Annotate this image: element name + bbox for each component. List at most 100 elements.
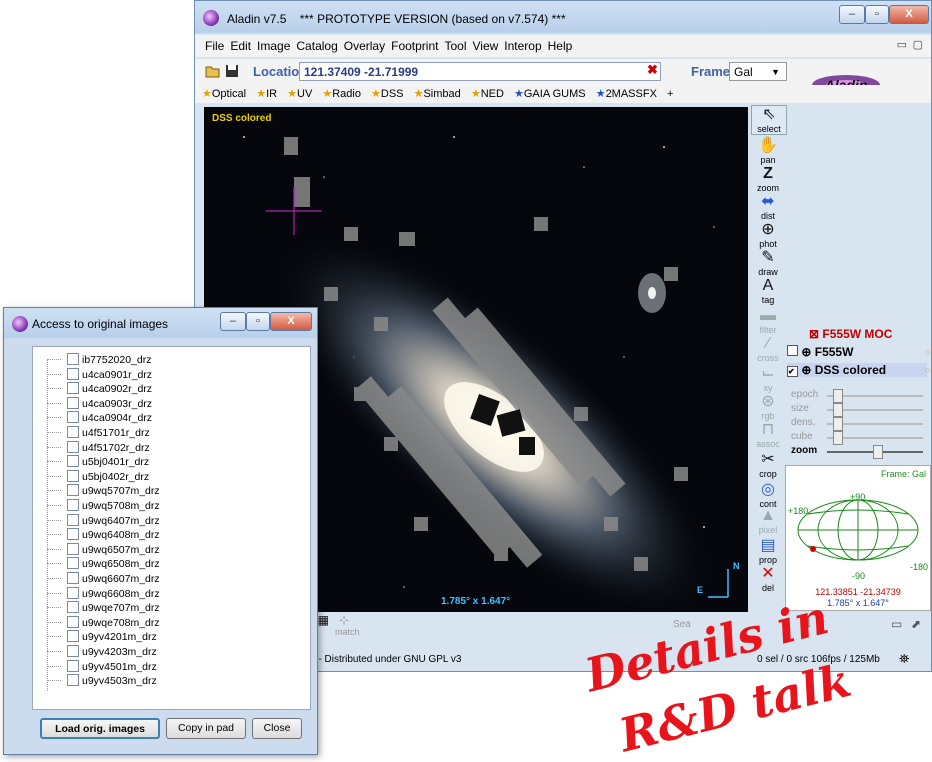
server-simbad[interactable]: ★Simbad [414, 85, 461, 103]
location-input[interactable]: 121.37409 -21.71999 [299, 62, 661, 81]
telescope-icon[interactable]: ⛯ [899, 651, 909, 667]
detach-icon[interactable]: ▢ [913, 38, 923, 51]
epoch-slider[interactable]: epoch [787, 389, 932, 403]
item-checkbox[interactable] [67, 499, 79, 511]
server-dss[interactable]: ★DSS [371, 85, 404, 103]
dialog-close-button[interactable]: X [270, 312, 312, 331]
plane-checkbox[interactable]: ✔ [787, 366, 798, 377]
save-icon[interactable] [225, 64, 239, 78]
server-gaia-gums[interactable]: ★GAIA GUMS [514, 85, 586, 103]
size-slider[interactable]: size [787, 403, 932, 417]
load-images-button[interactable]: Load orig. images [40, 718, 160, 739]
item-checkbox[interactable] [67, 586, 79, 599]
add-server-button[interactable]: + [667, 85, 673, 103]
image-list-item[interactable]: u9wq6508m_drz [47, 557, 160, 571]
clear-location-icon[interactable]: ✖ [647, 62, 658, 78]
tool-xy[interactable]: ⌙ xy [751, 365, 785, 393]
item-checkbox[interactable] [67, 426, 79, 438]
tool-cross[interactable]: ⁄ cross [751, 335, 785, 363]
menu-interop[interactable]: Interop [504, 35, 541, 57]
item-checkbox[interactable] [67, 615, 79, 628]
image-list-item[interactable]: u9wq5708m_drz [47, 499, 160, 513]
item-checkbox[interactable] [67, 557, 79, 570]
projection-panel[interactable]: Frame: Gal +90 -90 +180 -180 121.33851 -… [785, 465, 931, 611]
tool-del[interactable]: ✕ del [751, 565, 785, 593]
image-list-item[interactable]: u4ca0901r_drz [47, 367, 152, 382]
tool-prop[interactable]: ▤ prop [751, 537, 785, 565]
image-list-item[interactable]: u4ca0904r_drz [47, 411, 152, 425]
image-list-item[interactable]: u4ca0903r_drz [47, 396, 152, 411]
close-button[interactable]: X [889, 5, 929, 24]
item-checkbox[interactable] [67, 572, 79, 584]
item-checkbox[interactable] [67, 455, 79, 468]
image-list-item[interactable]: u9yv4201m_drz [47, 630, 157, 644]
external-icon[interactable]: ⬈ [911, 617, 921, 631]
slider-knob[interactable] [833, 403, 843, 417]
plane-dss-colored[interactable]: ✔ ⊕ DSS colored [787, 363, 927, 377]
item-checkbox[interactable] [67, 645, 79, 657]
open-folder-icon[interactable] [205, 64, 221, 78]
item-checkbox[interactable] [67, 367, 79, 380]
menu-file[interactable]: File [205, 35, 224, 57]
menu-overlay[interactable]: Overlay [344, 35, 385, 57]
item-checkbox[interactable] [67, 513, 79, 526]
menu-edit[interactable]: Edit [230, 35, 251, 57]
menu-catalog[interactable]: Catalog [296, 35, 337, 57]
item-checkbox[interactable] [67, 542, 79, 555]
server-ned[interactable]: ★NED [471, 85, 504, 103]
dialog-minimize-button[interactable]: – [220, 312, 246, 331]
image-list-item[interactable]: u9wq6407m_drz [47, 513, 160, 528]
image-list-item[interactable]: u9wqe708m_drz [47, 615, 160, 630]
image-list-item[interactable]: u9wq6408m_drz [47, 528, 160, 542]
menu-tool[interactable]: Tool [444, 35, 466, 57]
frame-select[interactable]: Gal ▼ [729, 62, 787, 81]
zoom-slider[interactable]: zoom [787, 445, 932, 459]
image-list-item[interactable]: u9wq6607m_drz [47, 572, 160, 586]
plane-f555w[interactable]: ⊕ F555W [787, 345, 853, 359]
item-checkbox[interactable] [67, 630, 79, 643]
image-list-item[interactable]: u5bj0402r_drz [47, 469, 149, 484]
tool-crop[interactable]: ✂ crop [751, 451, 785, 479]
slider-knob[interactable] [833, 417, 843, 431]
cube-slider[interactable]: cube [787, 431, 932, 445]
plane-f555w-moc[interactable]: ⊠ F555W MOC [809, 327, 892, 341]
dialog-maximize-button[interactable]: ▫ [246, 312, 270, 331]
image-list-item[interactable]: u9yv4503m_drz [47, 674, 157, 688]
slider-knob[interactable] [833, 389, 843, 403]
menu-image[interactable]: Image [257, 35, 290, 57]
item-checkbox[interactable] [67, 659, 79, 672]
image-list-item[interactable]: u4f51701r_drz [47, 426, 150, 440]
slider-knob[interactable] [833, 431, 843, 445]
tool-zoom[interactable]: Zzoom [751, 165, 785, 193]
image-list-item[interactable]: u9wqe707m_drz [47, 601, 160, 615]
image-list-item[interactable]: u4f51702r_drz [47, 440, 150, 455]
dialog-close-action-button[interactable]: Close [252, 718, 302, 739]
window-icon[interactable]: ▭ [891, 617, 902, 631]
item-checkbox[interactable] [67, 469, 79, 482]
tool-dist[interactable]: ⬌ dist [751, 193, 785, 221]
copy-in-pad-button[interactable]: Copy in pad [166, 718, 246, 739]
server-radio[interactable]: ★Radio [322, 85, 361, 103]
image-list[interactable]: ib7752020_drz u4ca0901r_drz u4ca0902r_drz u… [32, 346, 311, 710]
item-checkbox[interactable] [67, 440, 79, 453]
match-icon[interactable]: ⊹ [339, 613, 349, 627]
image-list-item[interactable]: u5bj0401r_drz [47, 455, 149, 469]
server-uv[interactable]: ★UV [287, 85, 312, 103]
image-list-item[interactable]: u9wq6608m_drz [47, 586, 160, 601]
menu-view[interactable]: View [472, 35, 498, 57]
tool-phot[interactable]: ⊕ phot [751, 221, 785, 249]
plane-checkbox[interactable] [787, 345, 798, 356]
restore-icon[interactable]: ▭ [897, 38, 907, 51]
tool-tag[interactable]: Atag [751, 277, 785, 305]
menu-footprint[interactable]: Footprint [391, 35, 438, 57]
minimize-button[interactable]: – [839, 5, 865, 24]
image-list-item[interactable]: u4ca0902r_drz [47, 382, 152, 396]
server-2massfx[interactable]: ★2MASSFX [596, 85, 657, 103]
maximize-button[interactable]: ▫ [865, 5, 889, 24]
tool-select[interactable]: ⇖ select [751, 105, 787, 135]
tool-pixel[interactable]: ▲ pixel [751, 507, 785, 535]
tool-cont[interactable]: ◎ cont [751, 481, 785, 509]
tool-assoc[interactable]: ⊓ assoc [751, 421, 785, 449]
menu-help[interactable]: Help [548, 35, 573, 57]
item-checkbox[interactable] [67, 674, 79, 687]
